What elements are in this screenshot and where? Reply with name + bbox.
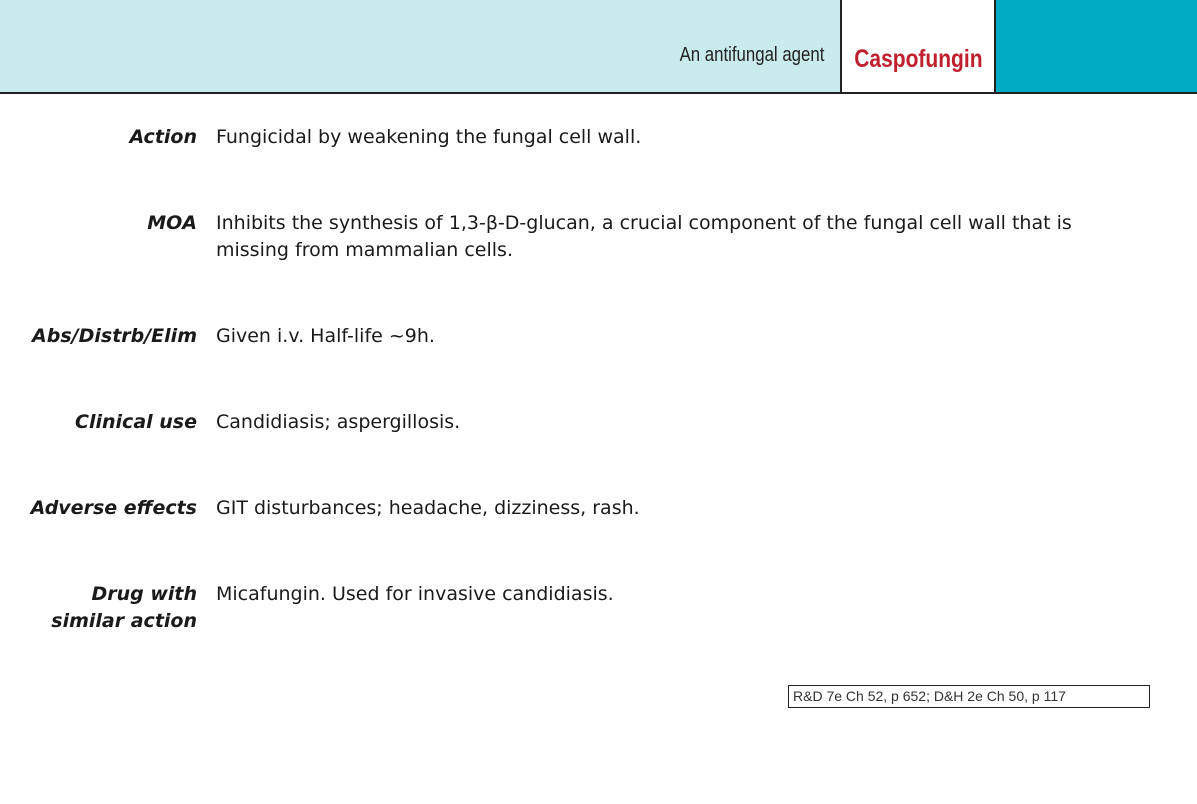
entry-label: Abs/Distrb/Elim <box>32 325 197 347</box>
entry-label: Adverse effects <box>30 497 197 519</box>
entry-label: Clinical use <box>75 411 197 433</box>
entry-value: Micafungin. Used for invasive candidiasi… <box>216 583 614 605</box>
entry-label: Action <box>129 126 197 148</box>
entry-label: Drug with similar action <box>51 583 197 632</box>
header-accent-block <box>996 0 1197 92</box>
entry-value: Candidiasis; aspergillosis. <box>216 411 461 433</box>
entry-value: Fungicidal by weakening the fungal cell … <box>216 126 642 148</box>
drug-class-subtitle: An antifungal agent <box>679 44 824 66</box>
reference-box: R&D 7e Ch 52, p 652; D&H 2e Ch 50, p 117 <box>788 685 1150 708</box>
drug-title-box: Caspofungin <box>840 0 996 92</box>
entry-value: Inhibits the synthesis of 1,3-β-D-glucan… <box>216 212 1072 261</box>
drug-title: Caspofungin <box>853 44 983 73</box>
entry-label: MOA <box>147 212 197 234</box>
entry-value: Given i.v. Half-life ~9h. <box>216 325 435 347</box>
entry-value: GIT disturbances; headache, dizziness, r… <box>216 497 640 519</box>
